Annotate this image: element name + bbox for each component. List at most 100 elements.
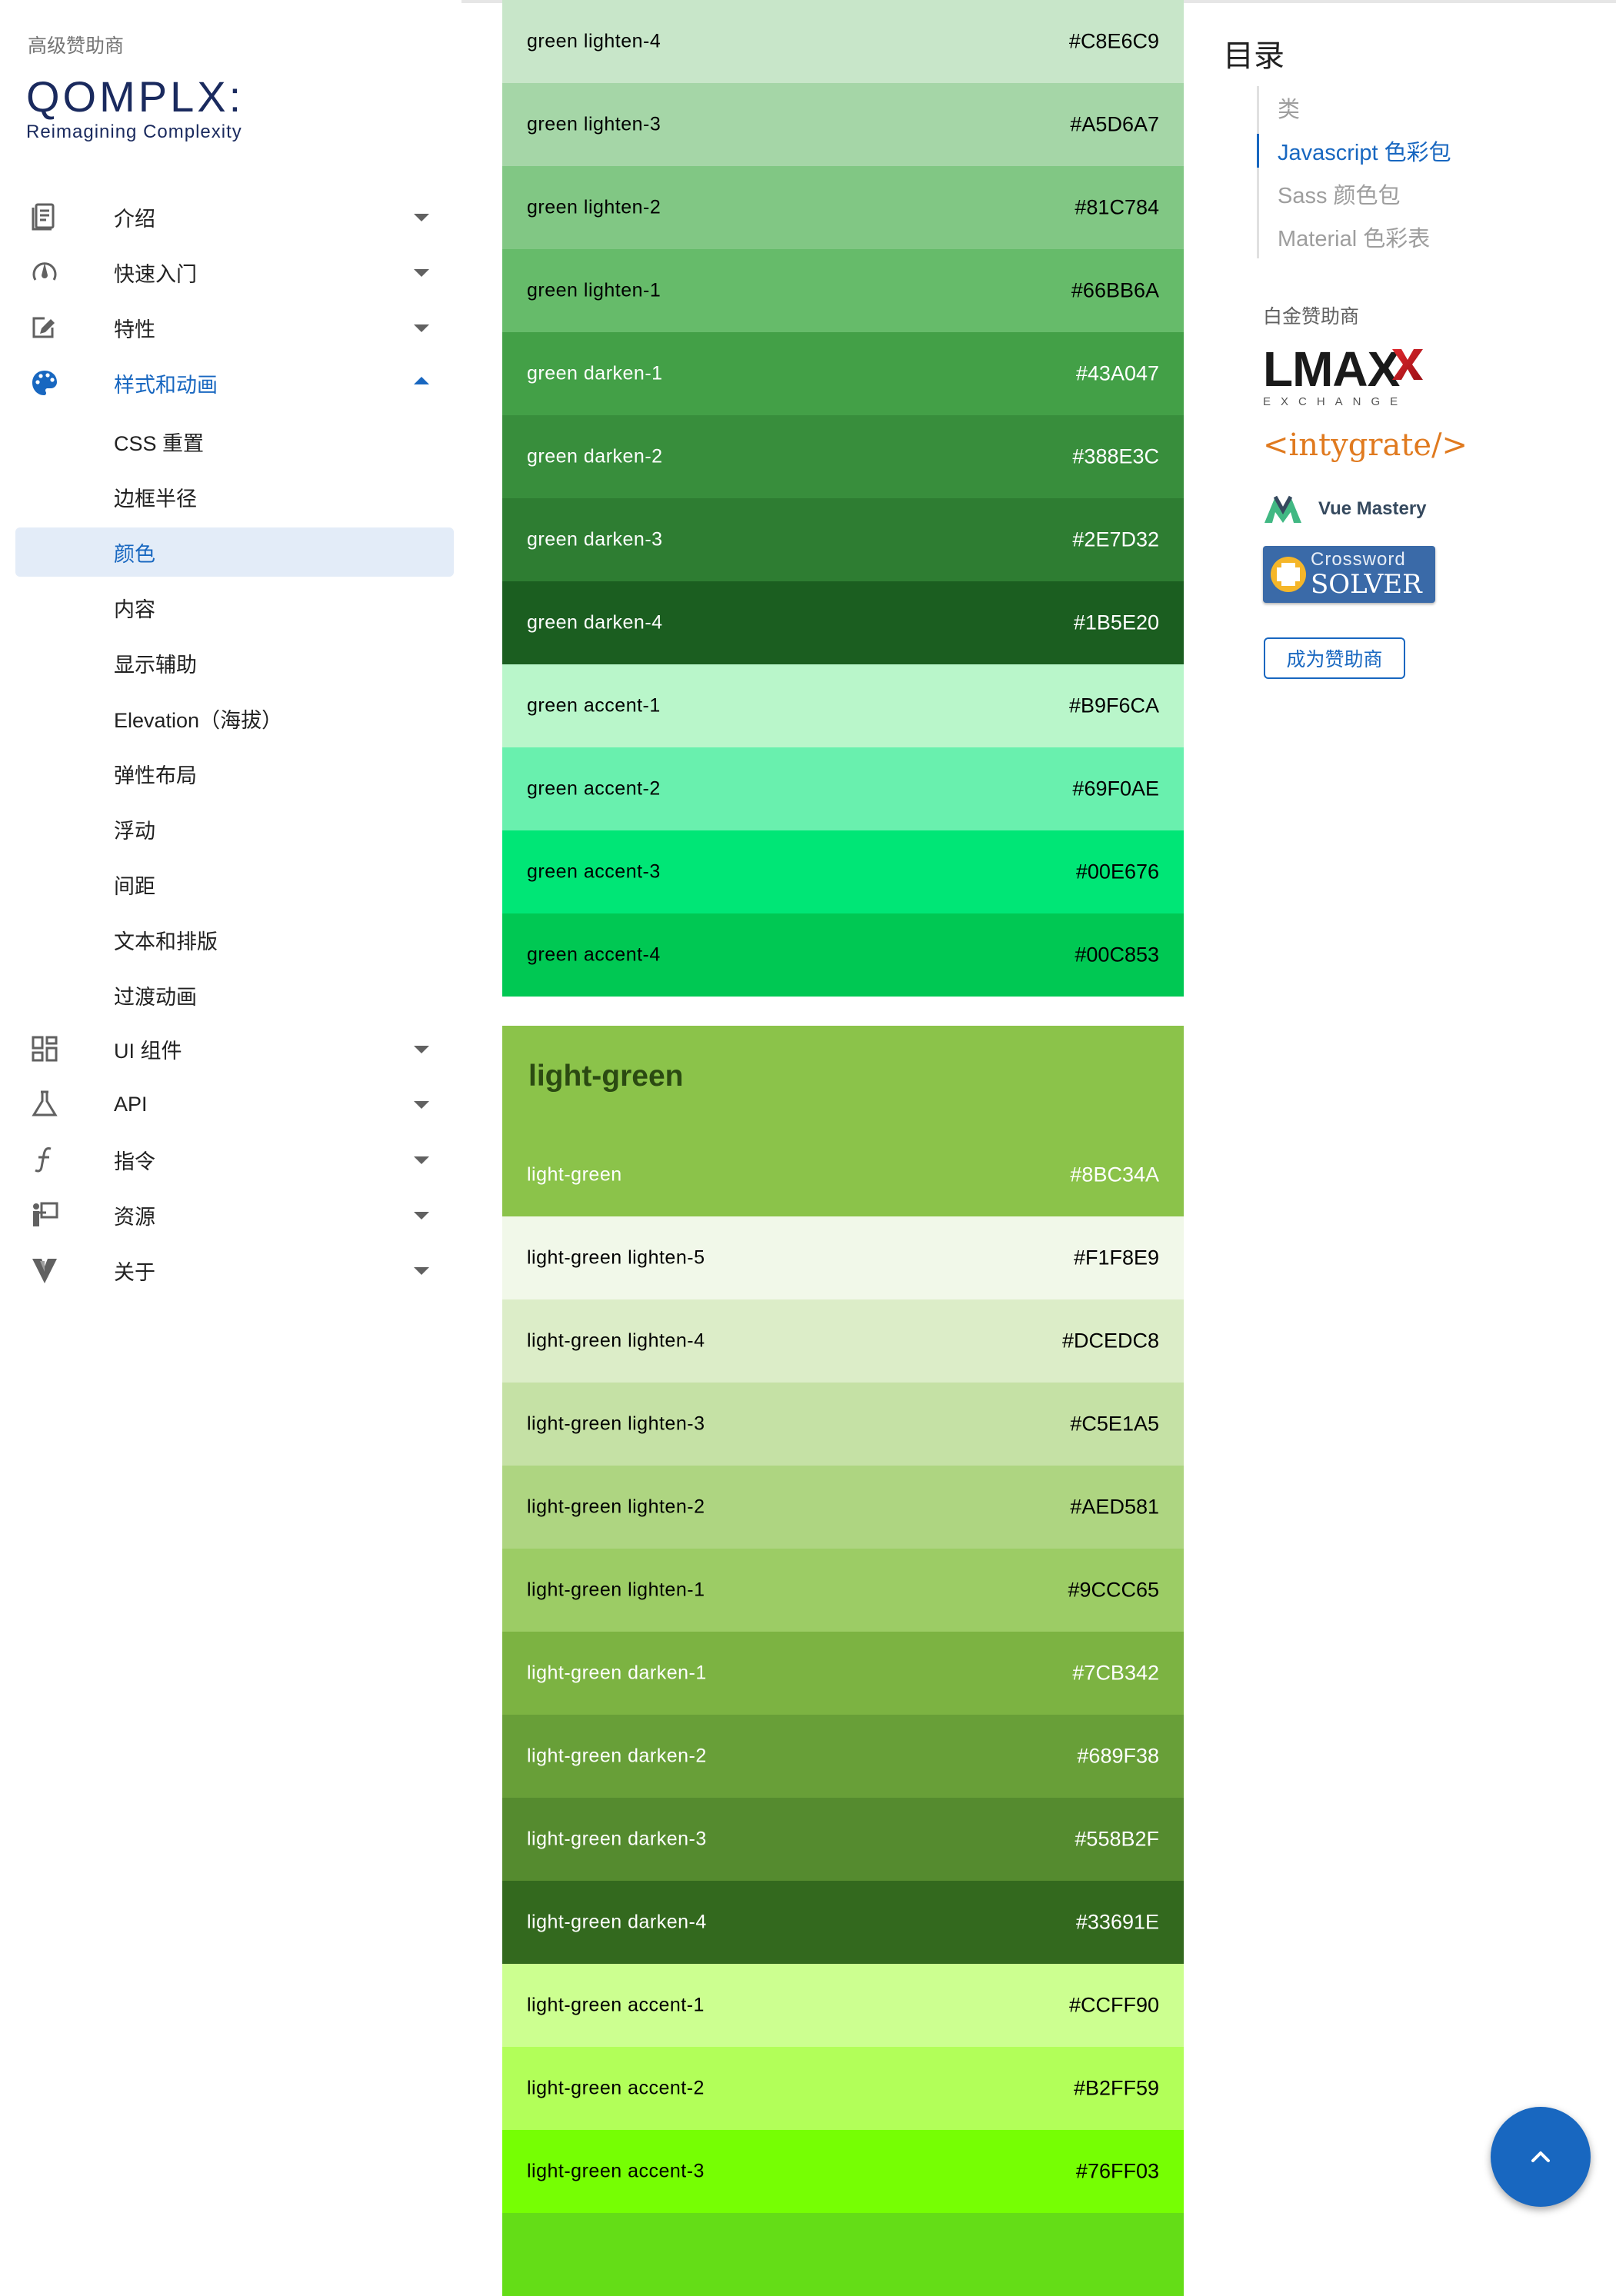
color-swatch[interactable]: light-green lighten-5 #F1F8E9 — [502, 1216, 1184, 1299]
swatch-hex: #558B2F — [1075, 1827, 1159, 1851]
nav-intro[interactable]: 介绍 — [15, 192, 454, 241]
sub-item-content[interactable]: 内容 — [15, 583, 454, 632]
swatch-hex: #1B5E20 — [1073, 611, 1159, 634]
color-swatch[interactable]: green lighten-4 #C8E6C9 — [502, 0, 1184, 83]
color-swatch[interactable]: green accent-4 #00C853 — [502, 913, 1184, 997]
nav-directives-label: 指令 — [114, 1150, 155, 1173]
light-green-title: light-green — [528, 1060, 684, 1093]
swatch-name: green accent-2 — [527, 777, 661, 800]
color-swatch[interactable]: light-green #8BC34A — [502, 1133, 1184, 1216]
lmax-exchange-logo[interactable]: LMAX EXCHANGE — [1263, 344, 1440, 414]
swatch-hex: #B9F6CA — [1068, 694, 1159, 717]
chevron-down-icon — [414, 1101, 429, 1109]
sub-item-typography[interactable]: 文本和排版 — [15, 915, 454, 964]
nav-quickstart[interactable]: 快速入门 — [15, 248, 454, 297]
intygrate-logo[interactable]: <intygrate/> — [1263, 428, 1468, 463]
color-swatch[interactable]: light-green accent-3 #76FF03 — [502, 2130, 1184, 2213]
sub-item-label: CSS 重置 — [114, 431, 205, 455]
sub-item-label: 显示辅助 — [114, 653, 197, 677]
scroll-to-top-button[interactable] — [1491, 2107, 1591, 2207]
color-swatch[interactable]: green accent-1 #B9F6CA — [502, 664, 1184, 747]
swatch-name: light-green lighten-5 — [527, 1246, 705, 1269]
color-swatch[interactable]: light-green darken-1 #7CB342 — [502, 1632, 1184, 1715]
swatch-hex: #43A047 — [1075, 361, 1159, 385]
sub-item-border-radius[interactable]: 边框半径 — [15, 472, 454, 521]
sub-item-display[interactable]: 显示辅助 — [15, 638, 454, 687]
intygrate-wordmark: <intygrate/> — [1263, 428, 1468, 463]
toc-title: 目录 — [1223, 39, 1284, 73]
logo-wordmark: QOMPLX: — [26, 72, 245, 121]
nav-directives[interactable]: 指令 — [15, 1135, 454, 1184]
color-swatch[interactable]: light-green lighten-2 #AED581 — [502, 1466, 1184, 1549]
swatch-name: light-green darken-4 — [527, 1911, 707, 1933]
swatch-name: light-green accent-2 — [527, 2077, 705, 2099]
color-swatch[interactable]: green lighten-2 #81C784 — [502, 166, 1184, 249]
nav-api[interactable]: API — [15, 1080, 454, 1129]
sidebar-navigation: 高级赞助商 QOMPLX: Reimagining Complexity 介绍 … — [0, 0, 461, 2231]
toc-item-classes[interactable]: 类 — [1259, 86, 1567, 129]
sub-item-float[interactable]: 浮动 — [15, 804, 454, 854]
sub-item-label: 文本和排版 — [114, 930, 218, 953]
swatch-hex: #00E676 — [1075, 860, 1159, 883]
sub-item-css-reset[interactable]: CSS 重置 — [15, 417, 454, 466]
swatch-name: light-green lighten-3 — [527, 1413, 705, 1435]
sub-item-elevation[interactable]: Elevation（海拔） — [15, 694, 454, 743]
color-swatch[interactable]: green accent-3 #00E676 — [502, 830, 1184, 913]
sub-item-colors[interactable]: 颜色 — [15, 527, 454, 577]
color-swatch[interactable]: light-green darken-2 #689F38 — [502, 1715, 1184, 1798]
color-swatch[interactable]: light-green lighten-1 #9CCC65 — [502, 1549, 1184, 1632]
color-swatch[interactable]: green lighten-1 #66BB6A — [502, 249, 1184, 332]
sub-item-spacing[interactable]: 间距 — [15, 860, 454, 909]
color-swatch[interactable]: green darken-4 #1B5E20 — [502, 581, 1184, 664]
nav-styles-animations[interactable]: 样式和动画 — [15, 358, 454, 408]
lmax-wordmark: LMAX — [1263, 341, 1400, 397]
color-swatch[interactable]: green accent-2 #69F0AE — [502, 747, 1184, 830]
chevron-down-icon — [414, 1046, 429, 1053]
nav-about-label: 关于 — [114, 1260, 155, 1284]
sub-item-label: 间距 — [114, 874, 155, 898]
color-swatch[interactable]: light-green accent-1 #CCFF90 — [502, 1964, 1184, 2047]
toc-item-sass[interactable]: Sass 颜色包 — [1259, 172, 1567, 215]
toc-item-material[interactable]: Material 色彩表 — [1259, 215, 1567, 258]
nav-ui-components-label: UI 组件 — [114, 1039, 182, 1063]
nav-features-label: 特性 — [114, 318, 155, 341]
nav-resources[interactable]: 资源 — [15, 1190, 454, 1240]
function-icon — [29, 1144, 60, 1175]
vue-mastery-logo[interactable]: Vue Mastery — [1263, 492, 1427, 526]
color-swatch[interactable]: light-green lighten-4 #DCEDC8 — [502, 1299, 1184, 1383]
qomplx-logo[interactable]: QOMPLX: Reimagining Complexity — [26, 74, 272, 151]
color-swatch[interactable]: green lighten-3 #A5D6A7 — [502, 83, 1184, 166]
swatch-name: light-green darken-3 — [527, 1828, 707, 1850]
vuetify-icon — [29, 1255, 60, 1286]
sub-item-label: 边框半径 — [114, 487, 197, 511]
swatch-name: green darken-4 — [527, 611, 663, 634]
nav-features[interactable]: 特性 — [15, 303, 454, 352]
color-swatch[interactable]: green darken-2 #388E3C — [502, 415, 1184, 498]
nav-about[interactable]: 关于 — [15, 1246, 454, 1295]
swatch-name: green accent-3 — [527, 860, 661, 883]
nav-ui-components[interactable]: UI 组件 — [15, 1024, 454, 1073]
color-swatch[interactable]: green darken-1 #43A047 — [502, 332, 1184, 415]
speed-icon — [29, 257, 60, 288]
swatch-name: green lighten-3 — [527, 113, 661, 135]
sub-item-flex[interactable]: 弹性布局 — [15, 749, 454, 798]
flask-icon — [29, 1089, 60, 1120]
color-swatch[interactable]: green darken-3 #2E7D32 — [502, 498, 1184, 581]
swatch-hex: #CCFF90 — [1068, 1993, 1159, 2017]
swatch-hex: #69F0AE — [1072, 777, 1159, 800]
color-swatch[interactable]: light-green darken-3 #558B2F — [502, 1798, 1184, 1881]
swatch-hex: #2E7D32 — [1072, 527, 1159, 551]
nav-styles-label: 样式和动画 — [114, 373, 218, 397]
sub-item-label: 颜色 — [114, 542, 155, 566]
swatch-hex: #81C784 — [1075, 195, 1159, 219]
chevron-down-icon — [414, 214, 429, 221]
crossword-solver-logo[interactable]: Crossword SOLVER — [1263, 546, 1435, 603]
color-swatch[interactable]: light-green darken-4 #33691E — [502, 1881, 1184, 1964]
sub-item-label: 内容 — [114, 597, 155, 621]
color-swatch[interactable]: light-green lighten-3 #C5E1A5 — [502, 1383, 1184, 1466]
color-swatch[interactable] — [502, 2213, 1184, 2296]
become-sponsor-button[interactable]: 成为赞助商 — [1264, 637, 1405, 679]
toc-item-javascript[interactable]: Javascript 色彩包 — [1257, 129, 1567, 172]
color-swatch[interactable]: light-green accent-2 #B2FF59 — [502, 2047, 1184, 2130]
sub-item-transitions[interactable]: 过渡动画 — [15, 970, 454, 1020]
